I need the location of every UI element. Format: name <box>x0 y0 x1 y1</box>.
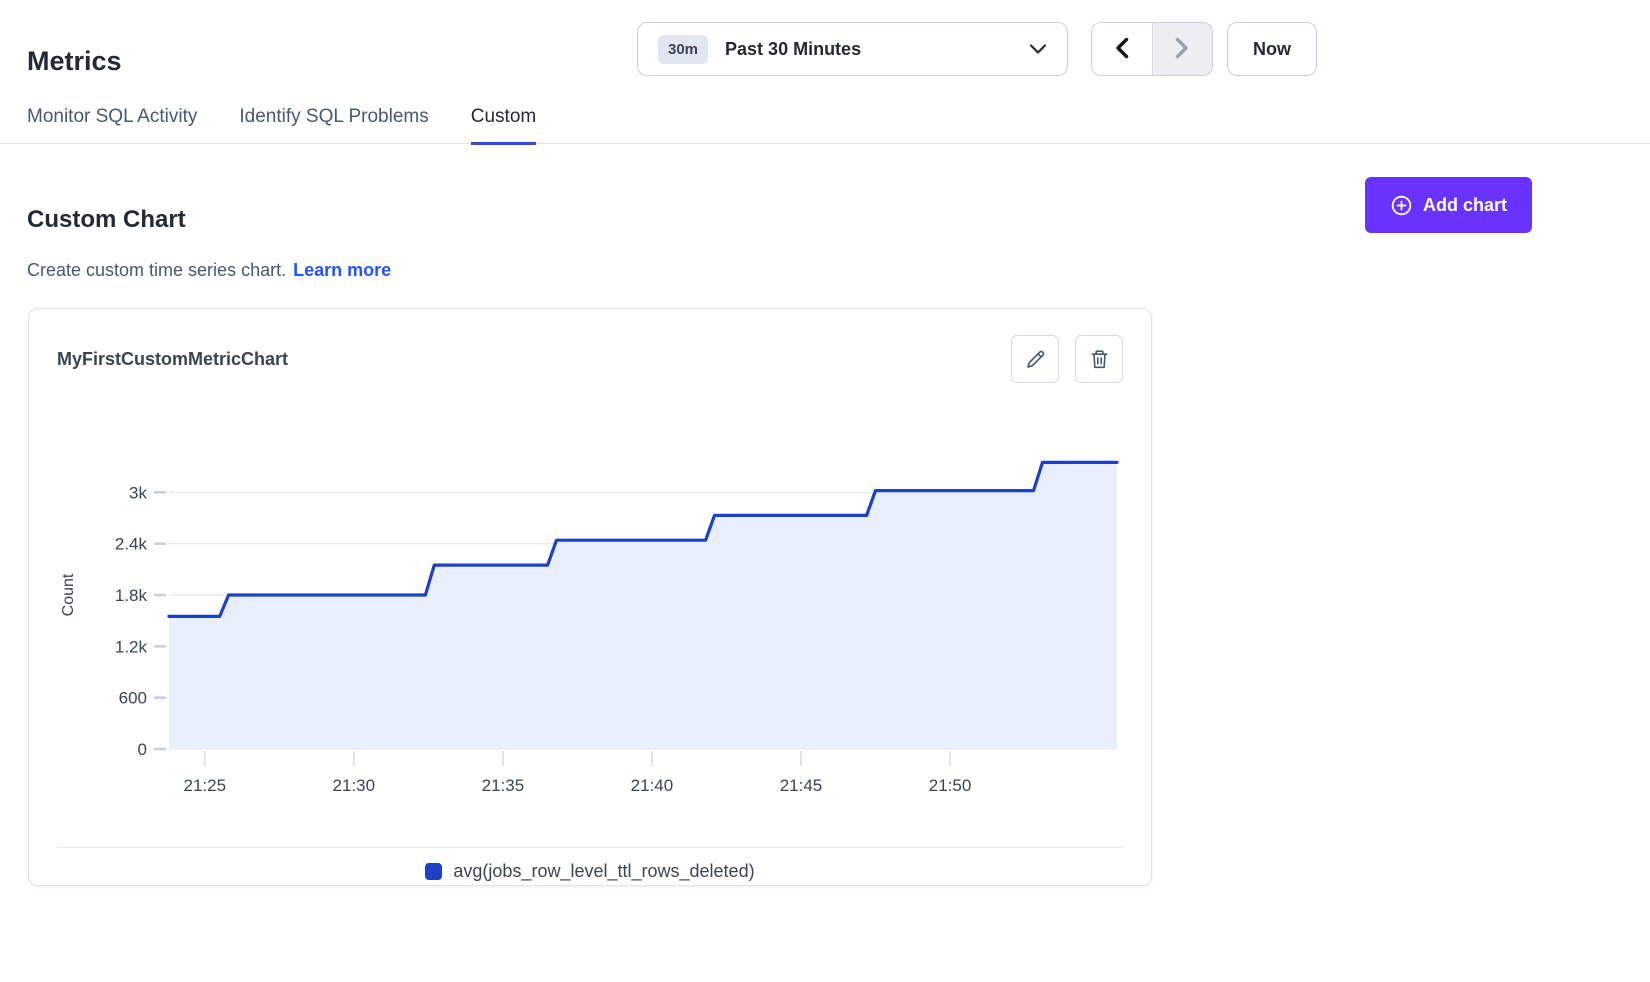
subtitle-text: Create custom time series chart. <box>27 260 286 280</box>
section-subtitle: Create custom time series chart. Learn mo… <box>27 260 391 281</box>
tab-custom[interactable]: Custom <box>471 100 536 145</box>
time-range-pager <box>1091 22 1213 76</box>
chart-actions <box>1011 335 1123 383</box>
learn-more-link[interactable]: Learn more <box>293 260 391 280</box>
time-range-badge: 30m <box>658 35 708 64</box>
pencil-icon <box>1024 348 1047 371</box>
legend-divider <box>57 847 1123 848</box>
previous-range-button[interactable] <box>1092 23 1152 75</box>
timeseries-chart: 0 600 1.2k 1.8k 2.4k 3k 21:25 21:30 21:35 21:40 21… <box>57 407 1125 807</box>
svg-text:21:50: 21:50 <box>929 776 972 795</box>
svg-text:600: 600 <box>119 689 147 708</box>
time-range-label: Past 30 Minutes <box>725 39 1029 60</box>
now-button[interactable]: Now <box>1227 22 1317 76</box>
legend-swatch-icon <box>425 863 442 880</box>
next-range-button[interactable] <box>1152 23 1213 75</box>
page-title: Metrics <box>27 46 122 77</box>
chevron-right-icon <box>1174 37 1190 62</box>
trash-icon <box>1088 348 1111 371</box>
chevron-down-icon <box>1029 43 1047 55</box>
tab-bar: Monitor SQL Activity Identify SQL Proble… <box>0 100 1650 144</box>
svg-text:21:30: 21:30 <box>333 776 376 795</box>
edit-chart-button[interactable] <box>1011 335 1059 383</box>
legend-label: avg(jobs_row_level_ttl_rows_deleted) <box>453 861 754 882</box>
svg-text:1.2k: 1.2k <box>115 637 148 656</box>
svg-text:3k: 3k <box>129 483 147 502</box>
chart-card-header: MyFirstCustomMetricChart <box>57 335 1123 383</box>
section-title: Custom Chart <box>27 206 186 234</box>
delete-chart-button[interactable] <box>1075 335 1123 383</box>
plus-circle-icon <box>1390 194 1413 217</box>
add-chart-label: Add chart <box>1423 195 1507 216</box>
svg-text:2.4k: 2.4k <box>115 535 148 554</box>
time-range-dropdown[interactable]: 30m Past 30 Minutes <box>637 22 1068 76</box>
custom-chart-card: MyFirstCustomMetricChart <box>28 308 1152 886</box>
svg-text:21:35: 21:35 <box>482 776 525 795</box>
tab-monitor-sql-activity[interactable]: Monitor SQL Activity <box>27 100 197 145</box>
svg-text:21:45: 21:45 <box>780 776 823 795</box>
chart-title: MyFirstCustomMetricChart <box>57 349 288 370</box>
chart-legend[interactable]: avg(jobs_row_level_ttl_rows_deleted) <box>57 861 1123 882</box>
add-chart-button[interactable]: Add chart <box>1365 177 1532 233</box>
svg-text:0: 0 <box>138 740 147 759</box>
svg-text:21:25: 21:25 <box>184 776 227 795</box>
chevron-left-icon <box>1114 37 1130 62</box>
svg-text:Count: Count <box>60 573 77 616</box>
tab-identify-sql-problems[interactable]: Identify SQL Problems <box>239 100 428 145</box>
svg-text:21:40: 21:40 <box>631 776 674 795</box>
svg-text:1.8k: 1.8k <box>115 586 148 605</box>
